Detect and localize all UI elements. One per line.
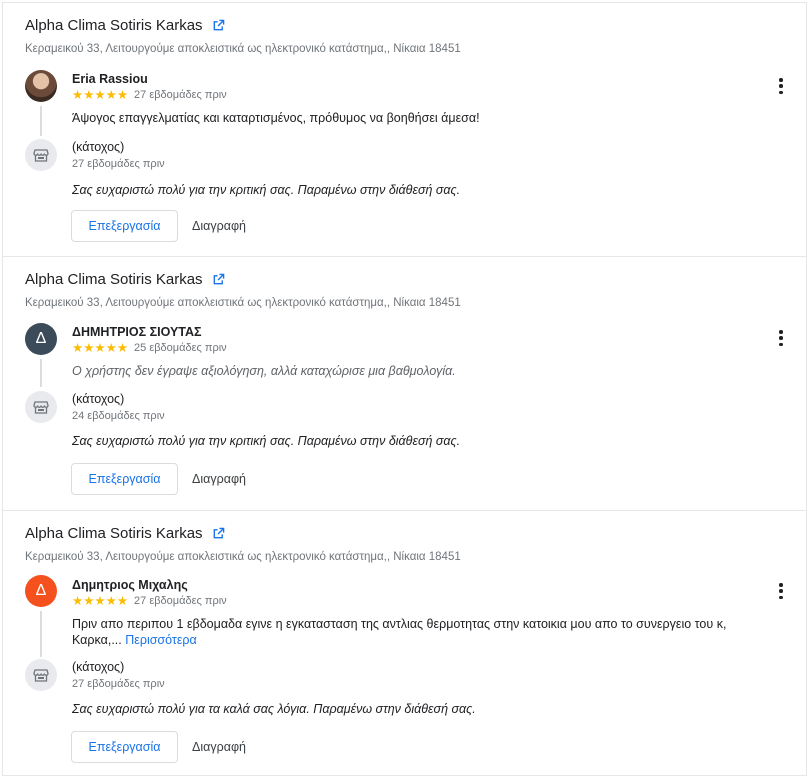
storefront-icon	[25, 391, 57, 423]
owner-label: (κάτοχος)	[72, 660, 125, 674]
thread-line	[40, 106, 42, 136]
delete-button[interactable]: Διαγραφή	[192, 731, 246, 763]
owner-reply-text: Σας ευχαριστώ πολύ για την κριτική σας. …	[72, 434, 461, 448]
review-text: Πριν απο περιπου 1 εβδομαδα εγινε η εγκα…	[72, 616, 732, 648]
review-body: Άψογος επαγγελματίας και καταρτισμένος, …	[72, 111, 480, 125]
star-rating: ★★★★★	[72, 341, 129, 355]
thread-line	[40, 611, 42, 657]
edit-button[interactable]: Επεξεργασία	[71, 731, 178, 763]
reviewer-name[interactable]: ΔΗΜΗΤΡΙΟΣ ΣΙΟΥΤΑΣ	[72, 325, 202, 339]
star-rating: ★★★★★	[72, 88, 129, 102]
storefront-icon	[25, 659, 57, 691]
business-name[interactable]: Alpha Clima Sotiris Karkas	[25, 525, 203, 542]
business-address: Κεραμεικού 33, Λειτουργούμε αποκλειστικά…	[25, 297, 461, 309]
storefront-icon	[25, 139, 57, 171]
review-body: Ο χρήστης δεν έγραψε αξιολόγηση, αλλά κα…	[72, 364, 456, 378]
owner-reply-time: 24 εβδομάδες πριν	[72, 410, 165, 422]
review-text: Ο χρήστης δεν έγραψε αξιολόγηση, αλλά κα…	[72, 363, 732, 379]
business-title: Alpha Clima Sotiris Karkas	[25, 17, 225, 34]
delete-button[interactable]: Διαγραφή	[192, 210, 246, 242]
business-address: Κεραμεικού 33, Λειτουργούμε αποκλειστικά…	[25, 43, 461, 55]
external-link-icon[interactable]	[212, 19, 225, 32]
delete-button[interactable]: Διαγραφή	[192, 463, 246, 495]
reviewer-name[interactable]: Eria Rassiou	[72, 72, 148, 86]
thread-line	[40, 359, 42, 387]
review-card: Alpha Clima Sotiris Karkas Κεραμεικού 33…	[2, 510, 807, 776]
owner-label: (κάτοχος)	[72, 392, 125, 406]
more-vert-icon[interactable]	[774, 582, 788, 600]
owner-reply-text: Σας ευχαριστώ πολύ για τα καλά σας λόγια…	[72, 702, 476, 716]
avatar[interactable]	[25, 70, 57, 102]
business-name[interactable]: Alpha Clima Sotiris Karkas	[25, 271, 203, 288]
review-card: Alpha Clima Sotiris Karkas Κεραμεικού 33…	[2, 256, 807, 511]
avatar[interactable]: Δ	[25, 323, 57, 355]
owner-reply-text: Σας ευχαριστώ πολύ για την κριτική σας. …	[72, 183, 461, 197]
review-time: 25 εβδομάδες πριν	[134, 342, 227, 354]
star-rating: ★★★★★	[72, 594, 129, 608]
business-title: Alpha Clima Sotiris Karkas	[25, 271, 225, 288]
owner-label: (κάτοχος)	[72, 140, 125, 154]
edit-button[interactable]: Επεξεργασία	[71, 463, 178, 495]
business-name[interactable]: Alpha Clima Sotiris Karkas	[25, 17, 203, 34]
owner-reply-time: 27 εβδομάδες πριν	[72, 158, 165, 170]
rating-row: ★★★★★ 27 εβδομάδες πριν	[72, 88, 227, 102]
review-text: Άψογος επαγγελματίας και καταρτισμένος, …	[72, 110, 732, 126]
business-title: Alpha Clima Sotiris Karkas	[25, 525, 225, 542]
avatar[interactable]: Δ	[25, 575, 57, 607]
reviewer-name[interactable]: Δημητριος Μιχαλης	[72, 578, 188, 592]
business-address: Κεραμεικού 33, Λειτουργούμε αποκλειστικά…	[25, 551, 461, 563]
review-time: 27 εβδομάδες πριν	[134, 595, 227, 607]
owner-reply-time: 27 εβδομάδες πριν	[72, 678, 165, 690]
more-vert-icon[interactable]	[774, 329, 788, 347]
more-link[interactable]: Περισσότερα	[125, 633, 197, 647]
edit-button[interactable]: Επεξεργασία	[71, 210, 178, 242]
more-vert-icon[interactable]	[774, 77, 788, 95]
external-link-icon[interactable]	[212, 273, 225, 286]
rating-row: ★★★★★ 27 εβδομάδες πριν	[72, 594, 227, 608]
external-link-icon[interactable]	[212, 527, 225, 540]
review-time: 27 εβδομάδες πριν	[134, 89, 227, 101]
review-card: Alpha Clima Sotiris Karkas Κεραμεικού 33…	[2, 2, 807, 257]
rating-row: ★★★★★ 25 εβδομάδες πριν	[72, 341, 227, 355]
